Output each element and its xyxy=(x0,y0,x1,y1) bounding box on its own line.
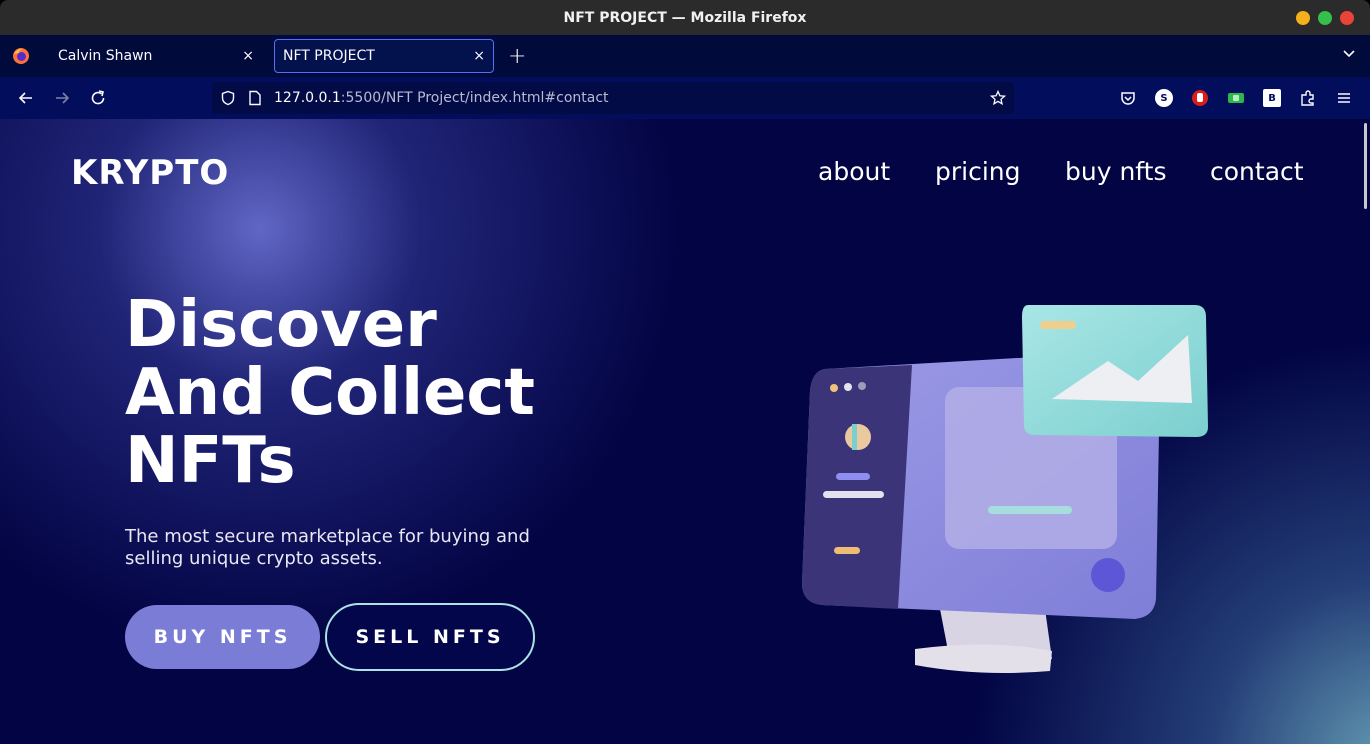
close-tab-icon[interactable]: × xyxy=(473,48,485,64)
site-logo[interactable]: KRYPTO xyxy=(71,153,229,193)
computer-illustration xyxy=(802,305,1208,673)
close-window-button[interactable] xyxy=(1340,11,1354,25)
web-page: KRYPTO about pricing buy nfts contact Di… xyxy=(0,119,1370,744)
tab-label: NFT PROJECT xyxy=(283,48,375,64)
url-text[interactable]: 127.0.0.1:5500/NFT Project/index.html#co… xyxy=(274,90,609,106)
page-icon[interactable] xyxy=(248,90,262,106)
hero-subtitle: The most secure marketplace for buying a… xyxy=(125,526,530,569)
nav-link-buy-nfts[interactable]: buy nfts xyxy=(1065,157,1167,186)
firefox-logo-icon[interactable] xyxy=(12,47,30,65)
window-titlebar: NFT PROJECT — Mozilla Firefox xyxy=(0,0,1370,35)
new-tab-button[interactable]: + xyxy=(508,44,526,69)
ublock-hand-icon[interactable] xyxy=(1191,89,1209,107)
reload-icon[interactable] xyxy=(89,89,107,107)
shield-icon[interactable] xyxy=(220,90,236,106)
pocket-icon[interactable] xyxy=(1119,89,1137,107)
buy-nfts-button[interactable]: BUY NFTS xyxy=(125,605,320,669)
url-bar[interactable]: 127.0.0.1:5500/NFT Project/index.html#co… xyxy=(212,82,1014,114)
back-arrow-icon[interactable] xyxy=(17,89,35,107)
hamburger-menu-icon[interactable] xyxy=(1335,89,1353,107)
maximize-button[interactable] xyxy=(1318,11,1332,25)
tab-strip: Calvin Shawn × NFT PROJECT × + xyxy=(0,35,1370,77)
extension-b-icon[interactable]: B xyxy=(1263,89,1281,107)
extension-s-icon[interactable]: S xyxy=(1155,89,1173,107)
chevron-down-icon[interactable] xyxy=(1342,47,1356,61)
url-path: :5500/NFT Project/index.html#contact xyxy=(340,90,609,106)
url-host: 127.0.0.1 xyxy=(274,90,341,106)
close-tab-icon[interactable]: × xyxy=(242,48,254,64)
hero-title-line: And Collect xyxy=(125,356,535,430)
window-controls xyxy=(1296,11,1354,25)
minimize-button[interactable] xyxy=(1296,11,1310,25)
hero-title-line: NFTs xyxy=(125,424,296,498)
forward-arrow-icon[interactable] xyxy=(53,89,71,107)
window-title: NFT PROJECT — Mozilla Firefox xyxy=(563,9,807,26)
hero-title: Discover And Collect NFTs xyxy=(125,291,535,495)
sell-nfts-button[interactable]: SELL NFTS xyxy=(325,603,535,671)
tab-nft-project[interactable]: NFT PROJECT × xyxy=(274,39,494,73)
scrollbar[interactable] xyxy=(1364,123,1367,209)
puzzle-extensions-icon[interactable] xyxy=(1299,89,1317,107)
tab-calvin-shawn[interactable]: Calvin Shawn × xyxy=(46,39,266,73)
hero-title-line: Discover xyxy=(125,288,437,362)
navigation-toolbar: 127.0.0.1:5500/NFT Project/index.html#co… xyxy=(0,77,1370,119)
nav-link-pricing[interactable]: pricing xyxy=(935,157,1021,186)
tab-label: Calvin Shawn xyxy=(58,48,153,64)
nav-link-about[interactable]: about xyxy=(818,157,890,186)
green-extension-icon[interactable] xyxy=(1227,89,1245,107)
bookmark-star-icon[interactable] xyxy=(990,90,1006,106)
nav-link-contact[interactable]: contact xyxy=(1210,157,1304,186)
